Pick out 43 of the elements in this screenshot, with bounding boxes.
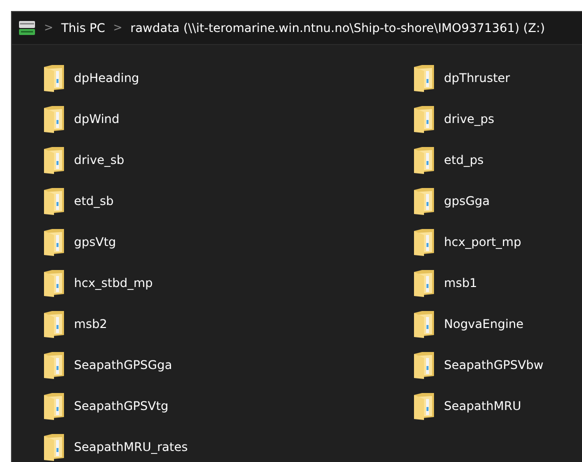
folder-name[interactable]: etd_sb	[74, 192, 114, 210]
folder-icon[interactable]	[42, 145, 66, 175]
breadcrumb-item[interactable]: This PC	[61, 19, 106, 37]
folder-name[interactable]: msb2	[74, 315, 108, 333]
folder-name[interactable]: dpThruster	[444, 69, 510, 87]
folder-name[interactable]: gpsGga	[444, 192, 490, 210]
folder-icon[interactable]	[42, 186, 66, 216]
folder-name[interactable]: NogvaEngine	[444, 315, 524, 333]
folder-icon[interactable]	[42, 350, 66, 380]
folder-icon[interactable]	[412, 186, 436, 216]
folder-icon[interactable]	[42, 268, 66, 298]
chevron-icon: >	[113, 20, 122, 36]
folder-icon[interactable]	[412, 350, 436, 380]
folder-name[interactable]: SeapathGPSVbw	[444, 356, 544, 374]
folder-name[interactable]: drive_ps	[444, 110, 494, 128]
folder-icon[interactable]	[42, 104, 66, 134]
folder-icon[interactable]	[412, 63, 436, 93]
folder-icon[interactable]	[412, 268, 436, 298]
folder-name[interactable]: hcx_port_mp	[444, 233, 522, 251]
folder-name[interactable]: hcx_stbd_mp	[74, 274, 153, 292]
folder-name[interactable]: dpHeading	[74, 69, 140, 87]
folder-icon[interactable]	[412, 309, 436, 339]
folder-name[interactable]: drive_sb	[74, 151, 124, 169]
folder-name[interactable]: SeapathMRU_rates	[74, 438, 188, 456]
folder-name[interactable]: SeapathMRU	[444, 397, 522, 415]
folder-icon[interactable]	[42, 63, 66, 93]
folder-icon[interactable]	[42, 227, 66, 257]
breadcrumb-item[interactable]: rawdata (\\it-teromarine.win.ntnu.no\Ship-to-shore\IMO9371361) (Z:)	[130, 19, 545, 37]
folder-icon[interactable]	[412, 145, 436, 175]
folder-name[interactable]: SeapathGPSGga	[74, 356, 172, 374]
folder-icon[interactable]	[42, 391, 66, 421]
folder-icon[interactable]	[412, 104, 436, 134]
folder-name[interactable]: etd_ps	[444, 151, 484, 169]
folder-name[interactable]: SeapathGPSVtg	[74, 397, 168, 415]
folder-name[interactable]: gpsVtg	[74, 233, 116, 251]
drive-icon[interactable]	[18, 20, 36, 36]
folder-icon[interactable]	[42, 432, 66, 462]
folder-name[interactable]: dpWind	[74, 110, 120, 128]
folder-icon[interactable]	[412, 391, 436, 421]
chevron-icon: >	[44, 20, 54, 36]
folder-icon[interactable]	[412, 227, 436, 257]
folder-name[interactable]: msb1	[444, 274, 478, 292]
folder-icon[interactable]	[42, 309, 66, 339]
